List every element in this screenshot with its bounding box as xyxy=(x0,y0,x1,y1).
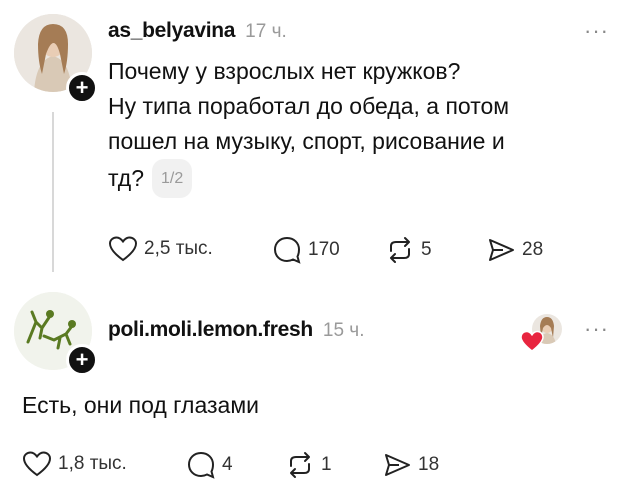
post-more-button[interactable]: ··· xyxy=(584,18,609,44)
send-icon xyxy=(489,239,514,261)
heart-icon xyxy=(22,451,52,477)
heart-icon xyxy=(108,236,138,262)
reply-like-button[interactable]: 1,8 тыс. xyxy=(22,450,127,478)
reply-like-count: 1,8 тыс. xyxy=(58,453,127,474)
follow-plus-button[interactable]: + xyxy=(66,344,98,376)
post-repost-button[interactable]: 5 xyxy=(385,235,432,265)
post-share-button[interactable]: 28 xyxy=(486,235,543,265)
reply-more-button[interactable]: ··· xyxy=(584,316,609,342)
reply-share-count: 18 xyxy=(418,454,440,475)
reply-text: Есть, они под глазами xyxy=(22,392,259,418)
post-comment-count: 170 xyxy=(308,239,340,260)
reply-comment-button[interactable]: 4 xyxy=(186,450,233,480)
post-like-count: 2,5 тыс. xyxy=(144,238,213,259)
reply-repost-count: 1 xyxy=(321,454,332,475)
comment-bubble-icon xyxy=(273,236,301,264)
post-line: Ну типа поработал до обеда, а потом xyxy=(108,93,510,119)
post-share-count: 28 xyxy=(522,239,544,260)
send-icon xyxy=(385,454,410,476)
liked-by-author-badge xyxy=(520,314,564,352)
post-text: Почему у взрослых нет кружков? Ну типа п… xyxy=(108,54,628,198)
comment-bubble-icon xyxy=(187,451,215,479)
reply-share-button[interactable]: 18 xyxy=(382,450,439,480)
follow-plus-button[interactable]: + xyxy=(66,72,98,104)
post-line-last: тд? 1/2 xyxy=(108,159,628,198)
repost-icon xyxy=(290,452,310,478)
post-like-button[interactable]: 2,5 тыс. xyxy=(108,235,213,263)
post-time: 17 ч. xyxy=(245,21,287,42)
reply-comment-count: 4 xyxy=(222,454,233,475)
post-comment-button[interactable]: 170 xyxy=(272,235,340,265)
post-line: пошел на музыку, спорт, рисование и xyxy=(108,128,505,154)
reply-time: 15 ч. xyxy=(322,320,365,341)
thread-line xyxy=(52,112,54,272)
repost-icon xyxy=(390,237,410,263)
red-heart-icon xyxy=(520,330,544,352)
reply-repost-button[interactable]: 1 xyxy=(285,450,332,480)
post-line: Почему у взрослых нет кружков? xyxy=(108,58,461,84)
post-repost-count: 5 xyxy=(421,239,432,260)
post-username[interactable]: as_belyavina xyxy=(108,19,235,43)
image-pager: 1/2 xyxy=(151,159,193,198)
reply-username[interactable]: poli.moli.lemon.fresh xyxy=(108,318,313,342)
